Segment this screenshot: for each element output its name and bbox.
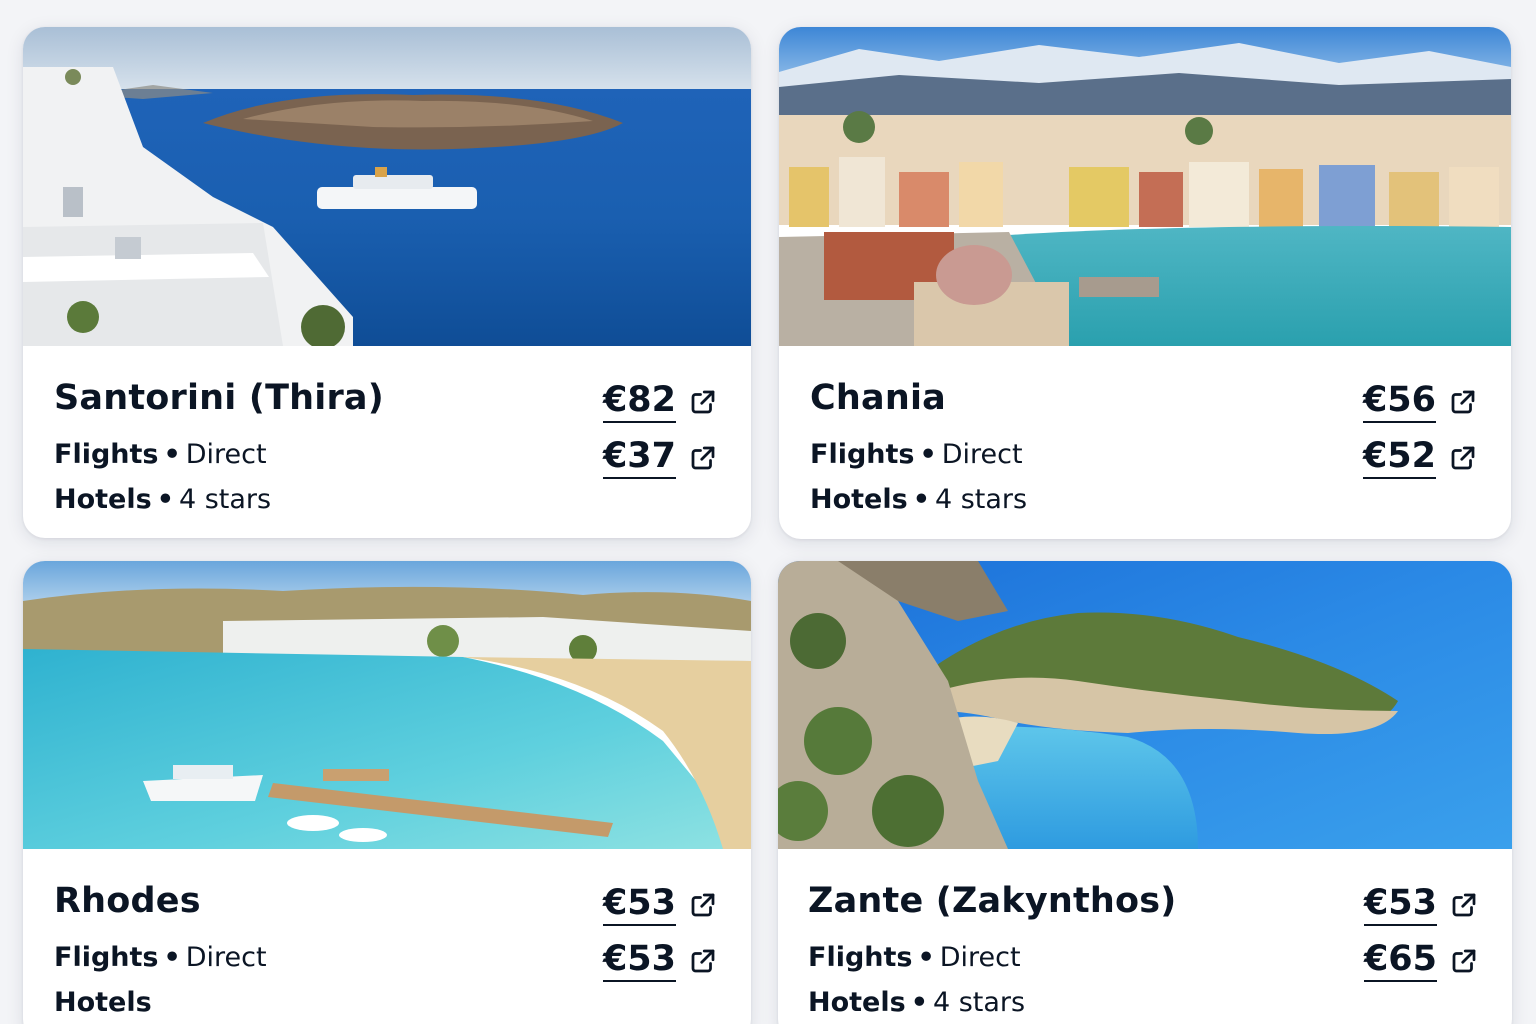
- separator: •: [163, 942, 181, 973]
- external-link-icon[interactable]: [688, 946, 718, 976]
- hotels-price[interactable]: €53: [602, 939, 676, 982]
- external-link-icon[interactable]: [688, 443, 718, 473]
- flights-detail: Direct: [185, 942, 267, 973]
- flights-label: Flights: [810, 439, 915, 470]
- external-link-icon[interactable]: [1449, 890, 1479, 920]
- card-info: Chania Flights • Direct Hotels • 4 stars €56…: [779, 346, 1511, 539]
- destination-name: Santorini (Thira): [54, 378, 384, 418]
- separator: •: [156, 484, 174, 515]
- destination-card-santorini[interactable]: Santorini (Thira) Flights • Direct Hotels •…: [23, 27, 751, 538]
- hotels-price-link[interactable]: €37: [602, 436, 718, 479]
- flights-price-link[interactable]: €53: [602, 883, 718, 926]
- hotels-price-link[interactable]: €52: [1362, 436, 1478, 479]
- flights-price-link[interactable]: €82: [602, 380, 718, 423]
- flights-price-link[interactable]: €56: [1362, 380, 1478, 423]
- hotels-price-link[interactable]: €53: [602, 939, 718, 982]
- hotels-label: Hotels: [808, 987, 906, 1018]
- chania-photo: [779, 27, 1511, 346]
- separator: •: [910, 987, 928, 1018]
- separator: •: [163, 439, 181, 470]
- destination-name: Zante (Zakynthos): [808, 881, 1177, 921]
- card-info: Rhodes Flights • Direct Hotels €53 €53: [23, 849, 751, 1024]
- flights-detail: Direct: [939, 942, 1021, 973]
- hotels-price[interactable]: €37: [602, 436, 676, 479]
- flights-price[interactable]: €53: [1363, 883, 1437, 926]
- external-link-icon[interactable]: [688, 890, 718, 920]
- flights-label: Flights: [808, 942, 913, 973]
- card-info: Zante (Zakynthos) Flights • Direct Hotels •…: [778, 849, 1512, 1024]
- hotels-detail: 4 stars: [934, 484, 1028, 515]
- hotels-price[interactable]: €52: [1362, 436, 1436, 479]
- hotels-detail: 4 stars: [178, 484, 272, 515]
- santorini-photo: [23, 27, 751, 346]
- hotels-price-link[interactable]: €65: [1363, 939, 1479, 982]
- flights-detail: Direct: [185, 439, 267, 470]
- hotels-price[interactable]: €65: [1363, 939, 1437, 982]
- zante-photo: [778, 561, 1512, 849]
- separator: •: [912, 484, 930, 515]
- hotels-detail: 4 stars: [932, 987, 1026, 1018]
- hotels-label: Hotels: [54, 987, 152, 1018]
- flights-price-link[interactable]: €53: [1363, 883, 1479, 926]
- separator: •: [919, 439, 937, 470]
- flights-price[interactable]: €56: [1362, 380, 1436, 423]
- card-info: Santorini (Thira) Flights • Direct Hotels •…: [23, 346, 751, 538]
- external-link-icon[interactable]: [1449, 946, 1479, 976]
- hotels-row: Hotels: [54, 987, 152, 1018]
- hotels-label: Hotels: [54, 484, 152, 515]
- destination-card-rhodes[interactable]: Rhodes Flights • Direct Hotels €53 €53: [23, 561, 751, 1024]
- flights-row: Flights • Direct: [810, 439, 1023, 470]
- hotels-label: Hotels: [810, 484, 908, 515]
- flights-label: Flights: [54, 942, 159, 973]
- external-link-icon[interactable]: [1448, 387, 1478, 417]
- external-link-icon[interactable]: [688, 387, 718, 417]
- external-link-icon[interactable]: [1448, 443, 1478, 473]
- destination-name: Chania: [810, 378, 946, 418]
- flights-price[interactable]: €82: [602, 380, 676, 423]
- flights-price[interactable]: €53: [602, 883, 676, 926]
- destination-grid: Santorini (Thira) Flights • Direct Hotels •…: [0, 0, 1536, 1024]
- flights-detail: Direct: [941, 439, 1023, 470]
- flights-row: Flights • Direct: [808, 942, 1021, 973]
- flights-row: Flights • Direct: [54, 439, 267, 470]
- destination-card-chania[interactable]: Chania Flights • Direct Hotels • 4 stars €56…: [779, 27, 1511, 539]
- flights-row: Flights • Direct: [54, 942, 267, 973]
- hotels-row: Hotels • 4 stars: [808, 987, 1025, 1018]
- rhodes-photo: [23, 561, 751, 849]
- destination-name: Rhodes: [54, 881, 201, 921]
- flights-label: Flights: [54, 439, 159, 470]
- hotels-row: Hotels • 4 stars: [810, 484, 1027, 515]
- hotels-row: Hotels • 4 stars: [54, 484, 271, 515]
- destination-card-zante[interactable]: Zante (Zakynthos) Flights • Direct Hotels •…: [778, 561, 1512, 1024]
- separator: •: [917, 942, 935, 973]
